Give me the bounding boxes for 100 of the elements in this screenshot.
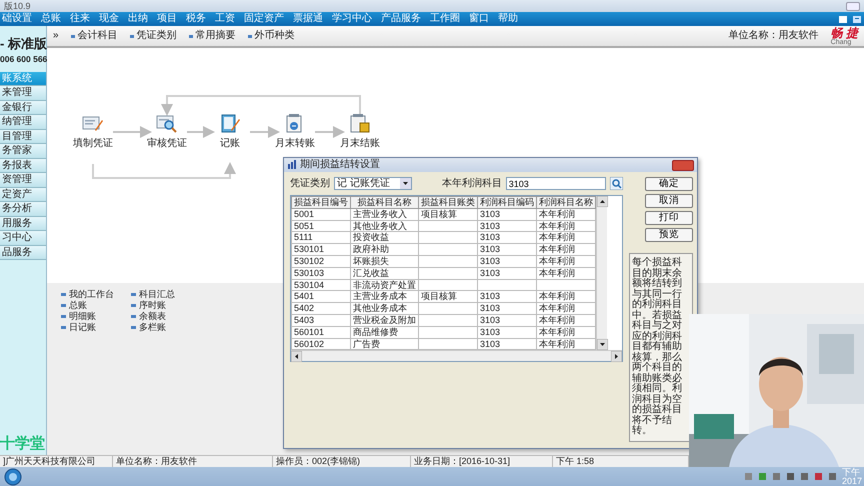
search-icon[interactable] xyxy=(610,177,623,190)
menu-item[interactable]: 础设置 xyxy=(2,13,32,25)
sidebar-item[interactable]: 纳管理 xyxy=(0,115,46,130)
sidebar-item[interactable]: 定资产 xyxy=(0,188,46,202)
toolbar-link[interactable]: 凭证类别 xyxy=(130,30,177,42)
column-header: 损益科目账类 xyxy=(418,196,478,208)
bullet-icon xyxy=(130,34,134,38)
flow-arrow xyxy=(113,126,152,138)
minimize-button[interactable] xyxy=(846,2,860,10)
menu-item[interactable]: 窗口 xyxy=(469,13,489,25)
menu-item[interactable]: 工作圈 xyxy=(430,13,460,25)
toolbar-link[interactable]: 外币种类 xyxy=(248,30,295,42)
dialog-button[interactable]: 确定 xyxy=(644,177,693,191)
dialog-title: 期间损益结转设置 xyxy=(300,159,380,171)
menu-item[interactable]: 出纳 xyxy=(128,13,148,25)
menu-item[interactable]: 现金 xyxy=(99,13,119,25)
menu-item[interactable]: 总账 xyxy=(41,13,61,25)
table-cell xyxy=(418,267,478,280)
dialog-button[interactable]: 打印 xyxy=(644,211,693,225)
table-cell: 5402 xyxy=(292,302,350,314)
menu-item[interactable]: 学习中心 xyxy=(332,13,372,25)
menu-item[interactable]: 票据通 xyxy=(293,13,323,25)
sidebar-item[interactable]: 务分析 xyxy=(0,202,46,217)
quick-link[interactable]: 科目汇总 xyxy=(131,289,201,300)
table-cell: 3103 xyxy=(478,232,536,244)
flow-step-label[interactable]: 月末结账 xyxy=(340,138,380,150)
bullet-icon xyxy=(61,293,66,296)
quick-link[interactable]: 多栏账 xyxy=(131,322,201,333)
bullet-icon xyxy=(188,34,193,38)
dialog-button[interactable]: 预览 xyxy=(644,228,693,242)
toolbar-link[interactable]: 会计科目 xyxy=(70,30,118,42)
flow-step-label[interactable]: 填制凭证 xyxy=(73,138,113,150)
flow-step-label[interactable]: 月末转账 xyxy=(275,138,315,150)
table-cell xyxy=(418,255,478,268)
quick-link[interactable]: 余额表 xyxy=(131,311,201,322)
scrollbar[interactable] xyxy=(291,350,622,362)
field-label: 本年利润科目 xyxy=(442,178,502,190)
brand-title: - 标准版 xyxy=(0,35,46,53)
sidebar-item[interactable]: 来管理 xyxy=(0,86,46,101)
table-cell: 营业税金及附加 xyxy=(350,314,418,326)
sidebar-item[interactable]: 资管理 xyxy=(0,173,46,188)
menu-item[interactable]: 工资 xyxy=(215,13,235,25)
field-label: 凭证类别 xyxy=(290,178,330,190)
bullet-icon xyxy=(131,304,136,307)
table-cell xyxy=(418,279,478,291)
quick-link[interactable]: 总账 xyxy=(61,300,131,311)
table-cell: 530101 xyxy=(292,244,350,256)
table-cell xyxy=(418,244,478,256)
note-icon[interactable] xyxy=(852,14,862,24)
scroll-left-icon[interactable] xyxy=(291,351,302,362)
start-button[interactable] xyxy=(4,468,22,486)
toolbar-link[interactable]: 常用摘要 xyxy=(188,30,236,42)
menu-item[interactable]: 帮助 xyxy=(498,13,518,25)
menu-item[interactable]: 项目 xyxy=(157,13,177,25)
clock-date: 2017 xyxy=(842,476,860,486)
dialog-button[interactable]: 取消 xyxy=(644,194,693,208)
quick-link[interactable]: 日记账 xyxy=(61,322,131,333)
bullet-icon xyxy=(61,326,66,329)
column-header: 利润科目编码 xyxy=(478,196,536,208)
sidebar-item[interactable]: 金银行 xyxy=(0,100,46,116)
table-cell: 商品维修费 xyxy=(350,326,418,338)
flow-step-label[interactable]: 记账 xyxy=(220,138,240,150)
sidebar-item[interactable]: 用服务 xyxy=(0,216,46,232)
scroll-right-icon[interactable] xyxy=(610,351,622,362)
table-cell: 530102 xyxy=(292,255,350,268)
profit-account-field[interactable]: 3103 xyxy=(506,177,606,190)
quick-link[interactable]: 序时账 xyxy=(131,300,201,311)
voucher-type-select[interactable]: 记 记账凭证 xyxy=(334,177,412,190)
close-button[interactable] xyxy=(672,160,694,170)
menu-item[interactable]: 往来 xyxy=(70,13,90,25)
quick-link[interactable]: 我的工作台 xyxy=(61,289,131,300)
table-cell: 530104 xyxy=(292,279,350,291)
table-cell: 其他业务收入 xyxy=(350,220,418,232)
sidebar-item[interactable]: 习中心 xyxy=(0,231,46,246)
table-cell: 5401 xyxy=(292,290,350,303)
table-cell: 3103 xyxy=(478,326,536,338)
sidebar-item[interactable]: 目管理 xyxy=(0,130,46,144)
table-cell: 本年利润 xyxy=(536,244,596,256)
quick-link[interactable]: 明细账 xyxy=(61,311,131,322)
bullet-icon xyxy=(70,34,75,38)
scroll-up-icon[interactable] xyxy=(597,196,608,207)
flow-step-label[interactable]: 审核凭证 xyxy=(147,138,187,150)
menu-item[interactable]: 产品服务 xyxy=(381,13,421,25)
sidebar-item[interactable]: 品服务 xyxy=(0,246,46,260)
table-cell: 投资收益 xyxy=(350,232,418,244)
table-cell: 5111 xyxy=(292,232,350,244)
scrollbar[interactable] xyxy=(596,196,607,350)
table-cell: 560101 xyxy=(292,326,350,338)
sidebar-item[interactable]: 务报表 xyxy=(0,158,46,174)
scroll-down-icon[interactable] xyxy=(597,339,608,350)
chart-icon xyxy=(287,160,297,170)
phone-number: 006 600 566 xyxy=(0,54,46,66)
caret-icon[interactable] xyxy=(400,178,411,189)
column-header: 损益科目名称 xyxy=(350,196,418,208)
table-cell: 3103 xyxy=(478,267,536,280)
expand-toggle[interactable]: » xyxy=(53,30,59,42)
table-cell: 本年利润 xyxy=(536,220,596,232)
menu-item[interactable]: 固定资产 xyxy=(244,13,284,25)
menu-item[interactable]: 税务 xyxy=(186,13,206,25)
sidebar-item[interactable]: 务管家 xyxy=(0,144,46,159)
